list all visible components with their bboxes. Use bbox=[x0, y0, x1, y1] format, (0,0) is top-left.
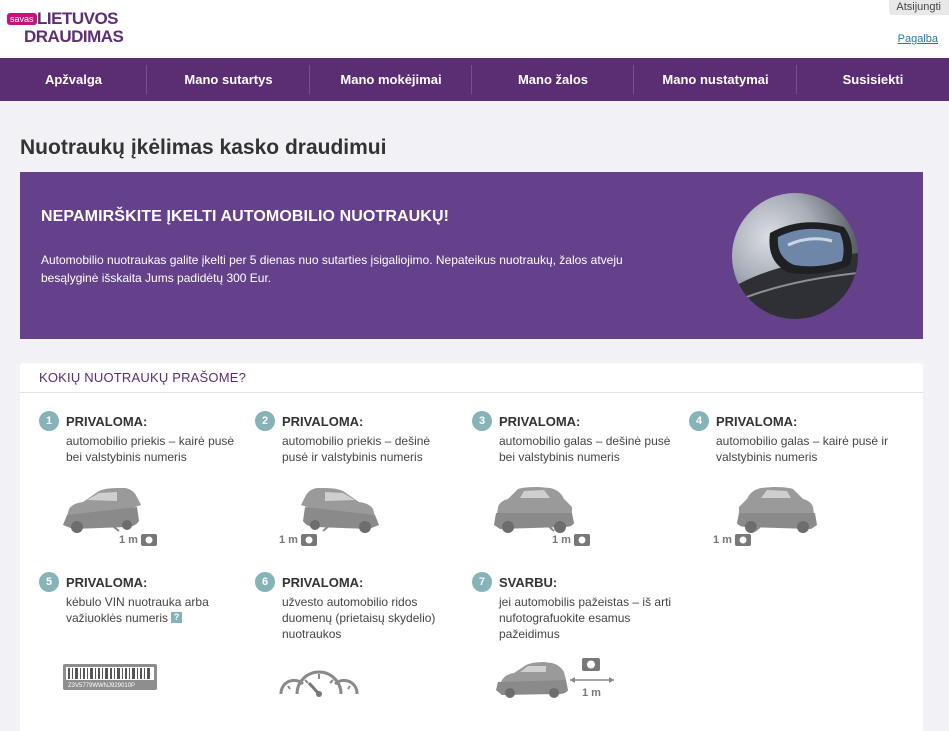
car-front-right-icon: 1 m bbox=[279, 488, 379, 546]
car-front-left-icon: 1 m bbox=[63, 488, 157, 546]
requirement-1: 1 PRIVALOMA: automobilio priekis – kairė… bbox=[39, 411, 239, 551]
logo-line-2: DRAUDIMAS bbox=[24, 27, 124, 46]
distance-label: 1 m bbox=[582, 687, 601, 699]
step-number: 2 bbox=[255, 411, 275, 431]
card-title: KOKIŲ NUOTRAUKŲ PRAŠOME? bbox=[20, 363, 923, 393]
lietuvos-draudimas-logo[interactable]: savas LIETUVOS DRAUDIMAS bbox=[7, 8, 124, 52]
requirement-label: PRIVALOMA: bbox=[716, 414, 798, 429]
requirement-2: 2 PRIVALOMA: automobilio priekis – dešin… bbox=[255, 411, 455, 551]
car-rear-right-icon: 1 m bbox=[494, 487, 590, 546]
requirement-label: PRIVALOMA: bbox=[499, 414, 581, 429]
reminder-banner: NEPAMIRŠKITE ĮKELTI AUTOMOBILIO NUOTRAUK… bbox=[20, 172, 923, 339]
car-rear-left-icon: 1 m bbox=[713, 487, 817, 546]
top-bar: savas LIETUVOS DRAUDIMAS Atsijungti Paga… bbox=[0, 0, 949, 58]
requirement-text: automobilio priekis – kairė pusė bei val… bbox=[66, 434, 235, 464]
step-number: 5 bbox=[39, 572, 59, 592]
nav-item-settings[interactable]: Mano nustatymai bbox=[634, 58, 797, 101]
nav-item-payments[interactable]: Mano mokėjimai bbox=[310, 58, 472, 101]
requirement-5: 5 PRIVALOMA: kėbulo VIN nuotrauka arba v… bbox=[39, 572, 239, 702]
requirement-label: PRIVALOMA: bbox=[66, 575, 148, 590]
car-mirror-icon bbox=[732, 222, 858, 319]
nav-item-claims[interactable]: Mano žalos bbox=[472, 58, 634, 101]
logo-badge: savas bbox=[7, 13, 37, 25]
help-icon[interactable]: ? bbox=[171, 612, 183, 623]
nav-item-overview[interactable]: Apžvalga bbox=[0, 58, 147, 101]
distance-label: 1 m bbox=[552, 534, 571, 546]
requirement-text: užvesto automobilio ridos duomenų (priet… bbox=[282, 595, 436, 641]
requirement-3: 3 PRIVALOMA: automobilio galas – dešinė … bbox=[472, 411, 672, 551]
car-mirror-photo bbox=[732, 193, 858, 319]
distance-label: 1 m bbox=[279, 534, 298, 546]
banner-headline: NEPAMIRŠKITE ĮKELTI AUTOMOBILIO NUOTRAUK… bbox=[41, 208, 450, 225]
photo-requirements-card: KOKIŲ NUOTRAUKŲ PRAŠOME? 1 PRIVALOMA: au… bbox=[20, 363, 923, 731]
main-nav: Apžvalga Mano sutartys Mano mokėjimai Ma… bbox=[0, 58, 949, 101]
requirement-text-content: kėbulo VIN nuotrauka arba važiuoklės num… bbox=[66, 595, 209, 625]
requirement-label: PRIVALOMA: bbox=[282, 575, 364, 590]
requirement-text: automobilio galas – kairė pusė ir valsty… bbox=[716, 434, 889, 464]
nav-item-contact[interactable]: Susisiekti bbox=[797, 58, 949, 101]
step-number: 3 bbox=[472, 411, 492, 431]
banner-description: Automobilio nuotraukas galite įkelti per… bbox=[41, 253, 623, 285]
help-link[interactable]: Pagalba bbox=[898, 33, 938, 45]
distance-label: 1 m bbox=[119, 534, 138, 546]
requirement-text: jei automobilis pažeistas – iš arti nufo… bbox=[499, 595, 672, 641]
requirement-text: automobilio galas – dešinė pusė bei vals… bbox=[499, 434, 671, 464]
nav-item-contracts[interactable]: Mano sutartys bbox=[147, 58, 310, 101]
logout-button[interactable]: Atsijungti bbox=[889, 0, 949, 15]
requirement-text: automobilio priekis – dešinė pusė ir val… bbox=[282, 434, 431, 464]
vin-sample-text: Z3V5779WWNJ929010P bbox=[68, 683, 135, 689]
step-number: 4 bbox=[689, 411, 709, 431]
dashboard-gauges-icon bbox=[279, 670, 359, 697]
step-number: 7 bbox=[472, 572, 492, 592]
requirement-text: kėbulo VIN nuotrauka arba važiuoklės num… bbox=[66, 594, 241, 626]
step-number: 6 bbox=[255, 572, 275, 592]
requirement-label: SVARBU: bbox=[499, 575, 558, 590]
requirement-6: 6 PRIVALOMA: užvesto automobilio ridos d… bbox=[255, 572, 455, 702]
page-title: Nuotraukų įkėlimas kasko draudimui bbox=[20, 136, 387, 159]
requirement-7: 7 SVARBU: jei automobilis pažeistas – iš… bbox=[472, 572, 672, 702]
distance-label: 1 m bbox=[713, 534, 732, 546]
requirement-label: PRIVALOMA: bbox=[66, 414, 148, 429]
car-damage-closeup-icon: 1 m bbox=[496, 658, 614, 699]
step-number: 1 bbox=[39, 411, 59, 431]
vin-barcode-icon: Z3V5779WWNJ929010P bbox=[63, 664, 157, 690]
requirement-4: 4 PRIVALOMA: automobilio galas – kairė p… bbox=[689, 411, 889, 551]
logo-line-1: LIETUVOS bbox=[37, 9, 119, 28]
requirement-label: PRIVALOMA: bbox=[282, 414, 364, 429]
